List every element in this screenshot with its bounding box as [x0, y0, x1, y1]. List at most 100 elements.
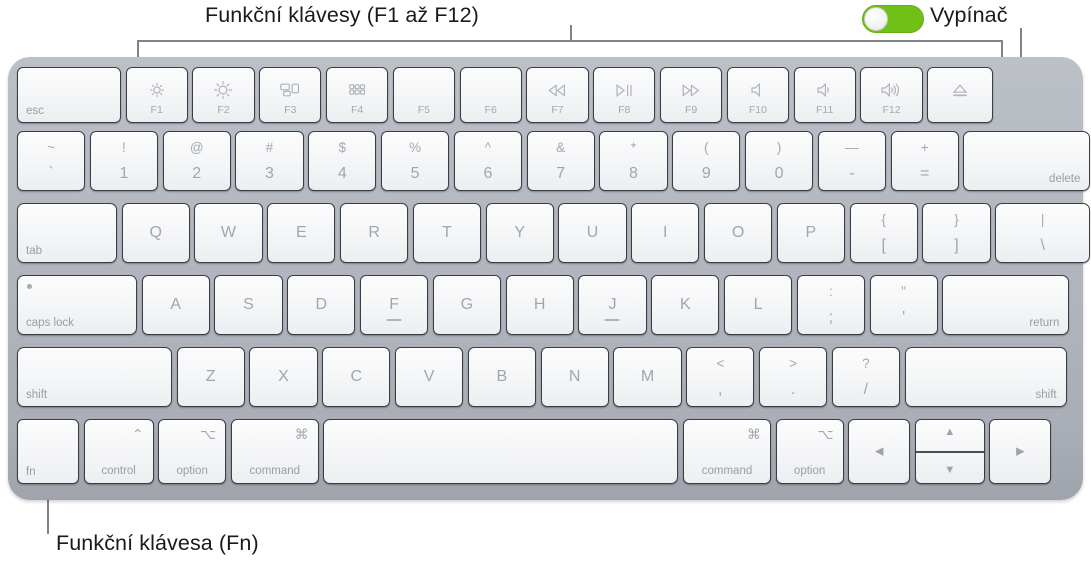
key-control-left[interactable]: ⌃ control — [83, 419, 154, 484]
key-period[interactable]: >. — [759, 347, 828, 407]
key-key-1[interactable]: ! 1 — [89, 131, 158, 191]
key-key-y[interactable]: Y — [485, 203, 554, 263]
key-command-right[interactable]: ⌘ command — [683, 419, 771, 484]
key-f2[interactable]: F2 — [192, 67, 255, 123]
key-lower-legend: 4 — [337, 165, 347, 182]
key-f8[interactable]: F8 — [593, 67, 656, 123]
key-key-o[interactable]: O — [704, 203, 773, 263]
key-f10[interactable]: F10 — [726, 67, 789, 123]
key-label: H — [533, 296, 546, 313]
key-tab[interactable]: tab — [17, 203, 117, 263]
key-comma[interactable]: <, — [686, 347, 755, 407]
key-upper-legend: @ — [189, 140, 204, 155]
play-pause-icon — [594, 80, 654, 100]
key-upper-legend: : — [829, 284, 833, 299]
key-key-4[interactable]: $4 — [308, 131, 377, 191]
key-key-j[interactable]: J — [578, 275, 647, 335]
key-bracket-left[interactable]: {[ — [849, 203, 918, 263]
key-f11[interactable]: F11 — [793, 67, 856, 123]
key-label: F7 — [551, 103, 564, 116]
key-fn[interactable]: fn — [17, 419, 79, 484]
key-arrow-updown[interactable]: ▲ ▼ — [914, 419, 985, 484]
key-f6[interactable]: F6 — [459, 67, 522, 123]
key-key-c[interactable]: C — [322, 347, 391, 407]
key-label: shift — [1035, 388, 1057, 401]
key-lower-legend: 3 — [265, 165, 274, 182]
key-key-p[interactable]: P — [776, 203, 845, 263]
key-key-n[interactable]: N — [540, 347, 609, 407]
key-key-6[interactable]: ^ 6 — [453, 131, 522, 191]
arrow-key-divider — [915, 450, 984, 453]
toggle-switch-icon[interactable] — [862, 5, 924, 33]
key-delete[interactable]: delete — [963, 131, 1091, 191]
key-key-s[interactable]: S — [214, 275, 283, 335]
key-key-m[interactable]: M — [613, 347, 682, 407]
key-key-w[interactable]: W — [194, 203, 263, 263]
homing-bar-icon — [604, 319, 620, 321]
key-upper-legend: ? — [862, 356, 870, 371]
key-lower-legend: 9 — [701, 165, 711, 182]
key-key-h[interactable]: H — [505, 275, 574, 335]
key-key-a[interactable]: A — [141, 275, 210, 335]
key-f1[interactable]: F1 — [125, 67, 188, 123]
key-quote[interactable]: " ' — [869, 275, 938, 335]
key-key-8[interactable]: * 8 — [599, 131, 668, 191]
keyboard-diagram: Funkční klávesy (F1 až F12) Vypínač Funk… — [0, 0, 1091, 569]
command-right-glyph-icon: ⌘ — [747, 426, 761, 442]
key-space[interactable] — [323, 419, 679, 484]
key-key-e[interactable]: E — [267, 203, 336, 263]
key-caps-lock[interactable]: caps lock — [17, 275, 137, 335]
volume-down-icon — [795, 80, 855, 100]
key-key-x[interactable]: X — [249, 347, 318, 407]
key-shift-right[interactable]: shift — [904, 347, 1067, 407]
volume-up-icon — [861, 80, 921, 100]
key-esc[interactable]: esc — [17, 67, 121, 123]
key-key-l[interactable]: L — [724, 275, 793, 335]
key-equals[interactable]: + = — [890, 131, 959, 191]
key-key-7[interactable]: & 7 — [526, 131, 595, 191]
key-arrow-left[interactable]: ◀ — [848, 419, 911, 484]
key-key-0[interactable]: ) 0 — [745, 131, 814, 191]
key-label: U — [586, 224, 599, 241]
key-f5[interactable]: F5 — [392, 67, 455, 123]
key-f9[interactable]: F9 — [660, 67, 723, 123]
key-label: D — [315, 296, 328, 313]
key-key-9[interactable]: (9 — [672, 131, 741, 191]
key-key-z[interactable]: Z — [176, 347, 245, 407]
key-shift-left[interactable]: shift — [17, 347, 172, 407]
key-command-left[interactable]: ⌘ command — [230, 419, 319, 484]
key-option-right[interactable]: ⌥ option — [775, 419, 844, 484]
key-slash[interactable]: ? / — [831, 347, 900, 407]
key-key-f[interactable]: F — [360, 275, 429, 335]
key-f7[interactable]: F7 — [526, 67, 589, 123]
key-f12[interactable]: F12 — [860, 67, 923, 123]
key-lower-legend: 0 — [774, 165, 784, 182]
key-minus[interactable]: — - — [817, 131, 886, 191]
key-f4[interactable]: F4 — [326, 67, 389, 123]
key-key-i[interactable]: I — [631, 203, 700, 263]
key-backslash[interactable]: | \ — [995, 203, 1091, 263]
key-key-b[interactable]: B — [467, 347, 536, 407]
key-key-d[interactable]: D — [287, 275, 356, 335]
key-key-t[interactable]: T — [412, 203, 481, 263]
key-bracket-right[interactable]: }] — [922, 203, 991, 263]
key-eject[interactable] — [927, 67, 994, 123]
key-key-u[interactable]: U — [558, 203, 627, 263]
key-key-3[interactable]: #3 — [235, 131, 304, 191]
key-key-q[interactable]: Q — [121, 203, 190, 263]
key-backtick[interactable]: ~ ` — [17, 131, 86, 191]
key-key-g[interactable]: G — [432, 275, 501, 335]
key-arrow-right[interactable]: ▶ — [989, 419, 1052, 484]
key-label: Z — [205, 368, 216, 385]
key-key-5[interactable]: % 5 — [381, 131, 450, 191]
key-return[interactable]: return — [942, 275, 1070, 335]
key-key-k[interactable]: K — [651, 275, 720, 335]
key-label: option — [176, 464, 208, 477]
key-key-v[interactable]: V — [395, 347, 464, 407]
key-semicolon[interactable]: :; — [796, 275, 865, 335]
key-key-r[interactable]: R — [340, 203, 409, 263]
key-key-2[interactable]: @2 — [162, 131, 231, 191]
key-f3[interactable]: F3 — [259, 67, 322, 123]
key-upper-legend: { — [881, 212, 886, 227]
key-option-left[interactable]: ⌥ option — [158, 419, 227, 484]
